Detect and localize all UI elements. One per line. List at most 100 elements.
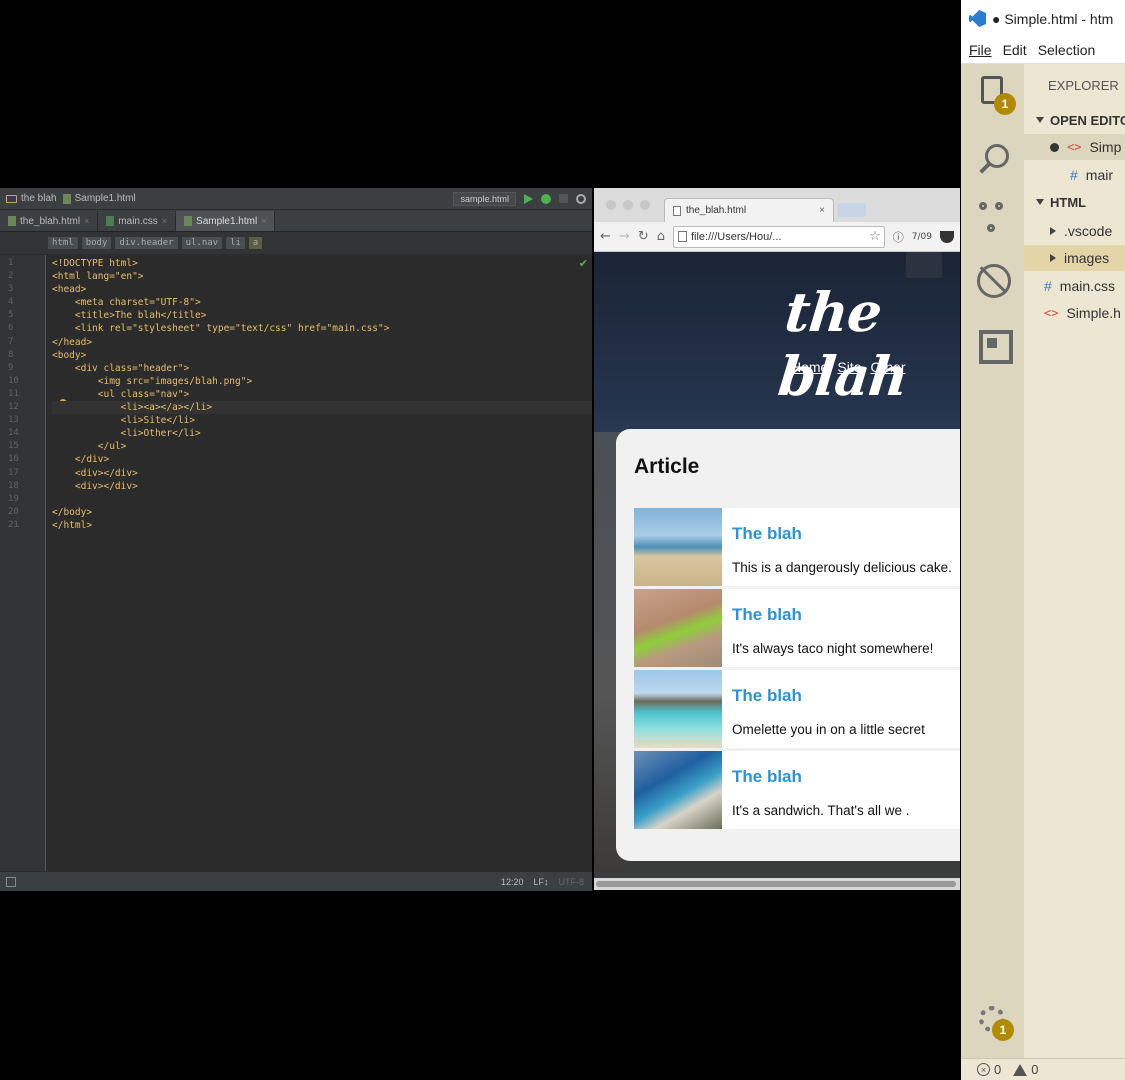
vscode-titlebar: ● Simple.html - htm (961, 0, 1125, 37)
chevron-right-icon (1050, 254, 1056, 262)
article-item[interactable]: The blah It's a sandwich. That's all we … (634, 751, 960, 829)
item-title[interactable]: The blah (732, 686, 802, 706)
gear-icon[interactable]: 1 (979, 1006, 1014, 1041)
tab-the-blah[interactable]: the_blah.html × (0, 211, 99, 231)
open-editor-simple[interactable]: <> Simp (1024, 134, 1125, 160)
debug-icon[interactable] (541, 193, 551, 204)
code-line: <link rel="stylesheet" type="text/css" h… (52, 323, 390, 335)
cursor-position[interactable]: 12:20 (501, 877, 524, 887)
breadcrumb-item[interactable]: li (226, 237, 245, 249)
article-item[interactable]: The blah It's always taco night somewher… (634, 589, 960, 667)
item-title[interactable]: The blah (732, 524, 802, 544)
line-number: 6 (8, 323, 14, 334)
breadcrumb-item[interactable]: a (248, 237, 263, 249)
tree-item-simple-html[interactable]: <> Simple.h (1024, 300, 1125, 326)
code-editor[interactable]: 1 2 3 4 5 6 7 8 9 10 11 12 13 14 15 16 1… (0, 255, 592, 871)
maximize-window-icon[interactable] (640, 200, 650, 210)
menu-file[interactable]: File (969, 42, 992, 58)
code-area[interactable]: ✔ <!DOCTYPE html> <html lang="en"> <head… (46, 255, 592, 871)
menu-edit[interactable]: Edit (1003, 42, 1027, 58)
open-editor-main[interactable]: # mair (1024, 162, 1125, 188)
menu-selection[interactable]: Selection (1038, 42, 1096, 58)
encoding[interactable]: UTF-8 (559, 877, 585, 887)
tree-item-images[interactable]: images (1024, 245, 1125, 271)
warning-icon[interactable] (1013, 1063, 1028, 1076)
horizontal-scrollbar[interactable] (594, 878, 960, 890)
html-file-icon: <> (1067, 140, 1082, 154)
article-item[interactable]: The blah This is a dangerously delicious… (634, 508, 960, 586)
tree-item-vscode[interactable]: .vscode (1024, 218, 1125, 244)
scrollbar-thumb[interactable] (596, 881, 956, 887)
extensions-icon[interactable] (977, 328, 1013, 364)
close-icon[interactable]: × (261, 216, 266, 226)
run-icon[interactable] (524, 193, 533, 204)
error-icon[interactable]: × (977, 1063, 990, 1076)
breadcrumb-item[interactable]: html (48, 237, 78, 249)
tab-label: the_blah.html (20, 215, 81, 227)
home-icon[interactable]: ⌂ (657, 229, 665, 244)
pocket-icon[interactable] (940, 230, 954, 243)
chevron-down-icon (1036, 199, 1044, 205)
extensions: ⓘ 7/09 (893, 229, 954, 245)
folder-header[interactable]: HTML (1024, 189, 1125, 215)
nav-link-other[interactable]: Other (870, 359, 905, 375)
breadcrumb-item[interactable]: div.header (115, 237, 178, 249)
chevron-down-icon (1036, 117, 1044, 123)
reload-icon[interactable]: ↻ (638, 229, 649, 244)
tab-main-css[interactable]: main.css × (98, 211, 177, 231)
line-number: 16 (8, 454, 19, 465)
file-crumb[interactable]: Sample1.html (62, 193, 136, 204)
tab-label: Sample1.html (196, 215, 258, 227)
nav-link-home[interactable]: Home (791, 359, 828, 375)
files-icon[interactable]: 1 (981, 76, 1016, 115)
open-editors-header[interactable]: OPEN EDITO (1024, 107, 1125, 133)
warning-count[interactable]: 0 (1031, 1062, 1038, 1077)
page-icon (673, 205, 681, 216)
address-bar[interactable]: file:///Users/Hou/... ☆ (672, 225, 885, 248)
stop-icon[interactable] (559, 194, 568, 203)
minimize-window-icon[interactable] (623, 200, 633, 210)
search-icon[interactable] (977, 144, 1011, 178)
item-title[interactable]: The blah (732, 605, 802, 625)
line-number: 20 (8, 506, 19, 517)
nav-link-site[interactable]: Site (837, 359, 861, 375)
item-title[interactable]: The blah (732, 767, 802, 787)
activity-bar: 1 1 (961, 64, 1024, 1058)
info-icon[interactable]: ⓘ (893, 229, 904, 245)
search-icon[interactable] (576, 193, 586, 204)
run-config-select[interactable]: sample.html (453, 191, 516, 206)
code-line: </head> (52, 336, 93, 348)
tag-breadcrumb: html body div.header ul.nav li a (0, 232, 592, 254)
debug-icon[interactable] (977, 264, 1011, 298)
close-icon[interactable]: × (162, 216, 167, 226)
close-tab-icon[interactable]: × (819, 205, 825, 216)
tool-window-icon[interactable] (6, 876, 16, 887)
breadcrumb-item[interactable]: ul.nav (181, 237, 223, 249)
html-file-icon: <> (1044, 306, 1059, 320)
project-crumb[interactable]: the blah (6, 193, 57, 204)
star-icon[interactable]: ☆ (869, 229, 881, 244)
unsaved-dot-icon[interactable] (1050, 142, 1059, 152)
code-line: <!DOCTYPE html> (52, 258, 138, 269)
close-window-icon[interactable] (606, 200, 616, 210)
code-line: <img src="images/blah.png"> (52, 375, 253, 387)
line-number: 12 (8, 402, 19, 413)
explorer-sidebar: EXPLORER OPEN EDITO <> Simp # mair HTML … (1024, 64, 1125, 1058)
breadcrumb-item[interactable]: body (81, 237, 112, 249)
browser-tab[interactable]: the_blah.html × (664, 198, 834, 222)
error-count[interactable]: 0 (994, 1062, 1001, 1077)
new-tab-button[interactable] (838, 203, 866, 217)
line-separator[interactable]: LF↕ (533, 877, 548, 887)
line-gutter: 1 2 3 4 5 6 7 8 9 10 11 12 13 14 15 16 1… (0, 255, 46, 871)
tab-sample1[interactable]: Sample1.html × (176, 211, 276, 231)
article-item[interactable]: The blah Omelette you in on a little sec… (634, 670, 960, 748)
line-number: 13 (8, 415, 19, 426)
swimsuit-thumbnail (634, 589, 722, 667)
tree-item-main-css[interactable]: # main.css (1024, 273, 1125, 299)
extension-badge[interactable]: 7/09 (912, 232, 932, 242)
close-icon[interactable]: × (84, 216, 89, 226)
back-icon[interactable]: ← (600, 229, 611, 244)
forward-icon[interactable]: → (619, 229, 630, 244)
section-label: OPEN EDITO (1050, 112, 1125, 128)
source-control-icon[interactable] (977, 202, 1011, 236)
